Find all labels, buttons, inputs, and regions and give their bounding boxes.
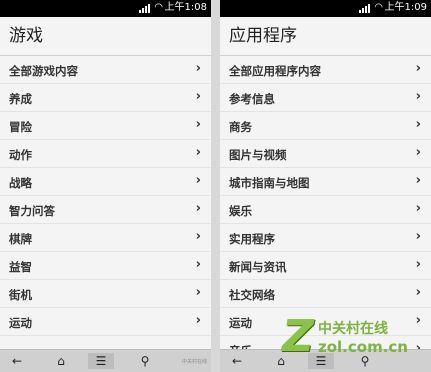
list-item-label: 益智 — [9, 260, 32, 274]
zol-z-logo-icon: Z — [282, 311, 314, 362]
list-item[interactable]: 养成 › — [0, 84, 211, 112]
list-item-label: 娱乐 — [229, 204, 252, 218]
list-item-label: 社交网络 — [229, 288, 275, 302]
watermark-cn: 中关村在线 — [318, 321, 388, 337]
list-item-label: 城市指南与地图 — [229, 176, 310, 190]
chevron-right-icon: › — [195, 145, 201, 160]
home-icon: ⌂ — [57, 354, 65, 368]
chevron-right-icon: › — [415, 117, 421, 132]
list-item[interactable]: 全部应用程序内容 › — [220, 56, 431, 84]
list-item[interactable]: 动作 › — [0, 140, 211, 168]
watermark-small: 中关村在线 — [182, 359, 208, 365]
list-item-label: 实用程序 — [229, 232, 275, 246]
list-item[interactable]: 棋牌 › — [0, 224, 211, 252]
back-arrow-icon: ← — [11, 354, 23, 368]
chevron-right-icon: › — [195, 313, 201, 328]
list-item[interactable]: 冒险 › — [0, 112, 211, 140]
list-item-label: 动作 — [9, 148, 32, 162]
list-icon: ☰ — [95, 354, 107, 368]
list-item[interactable]: 新闻与资讯 › — [220, 252, 431, 280]
chevron-right-icon: › — [415, 173, 421, 188]
list-item[interactable]: 战略 › — [0, 168, 211, 196]
list-item[interactable]: 街机 › — [0, 280, 211, 308]
page-title: 应用程序 — [220, 17, 431, 55]
list-item-label: 棋牌 — [9, 232, 32, 246]
chevron-right-icon: › — [415, 285, 421, 300]
list-item-label: 街机 — [9, 288, 32, 302]
list-item-label: 新闻与资讯 — [229, 260, 287, 274]
list-item-label: 运动 — [9, 316, 32, 330]
list-item-label: 智力问答 — [9, 204, 55, 218]
bottom-toolbar: ← ⌂ ☰ ⚲ — [0, 349, 211, 372]
chevron-right-icon: › — [195, 285, 201, 300]
chevron-right-icon: › — [195, 257, 201, 272]
list-item[interactable]: 实用程序 › — [220, 224, 431, 252]
search-button[interactable]: ⚲ — [132, 353, 158, 369]
status-bar: ◠ 上午1:09 — [220, 0, 431, 17]
chevron-right-icon: › — [415, 201, 421, 216]
chevron-right-icon: › — [195, 61, 201, 76]
list-item-label: 养成 — [9, 92, 32, 106]
chevron-right-icon: › — [195, 117, 201, 132]
chevron-right-icon: › — [415, 145, 421, 160]
list-item-label: 冒险 — [9, 120, 32, 134]
divider — [211, 0, 220, 372]
status-time: 上午1:09 — [384, 2, 427, 13]
list-item[interactable]: 全部游戏内容 › — [0, 56, 211, 84]
search-icon: ⚲ — [140, 354, 150, 368]
list-item-label: 图片与视频 — [229, 148, 287, 162]
list-item[interactable]: 运动 › — [0, 308, 211, 336]
chevron-right-icon: › — [195, 173, 201, 188]
list-item-label: 商务 — [229, 120, 252, 134]
category-list: 全部游戏内容 › 养成 › 冒险 › 动作 › 战略 › 智力问答 › 棋牌 › 益智 › 街机… — [0, 56, 211, 336]
list-item[interactable]: 益智 › — [0, 252, 211, 280]
list-item[interactable]: 社交网络 › — [220, 280, 431, 308]
list-item-label: 全部应用程序内容 — [229, 64, 321, 78]
home-button[interactable]: ⌂ — [48, 353, 74, 369]
zol-watermark-logo: Z 中关村在线 zol.com.cn — [282, 312, 422, 362]
list-item[interactable]: 商务 › — [220, 112, 431, 140]
chevron-right-icon: › — [415, 257, 421, 272]
back-button[interactable]: ← — [224, 353, 250, 369]
list-item[interactable]: 参考信息 › — [220, 84, 431, 112]
list-item[interactable]: 城市指南与地图 › — [220, 168, 431, 196]
list-item[interactable]: 智力问答 › — [0, 196, 211, 224]
chevron-right-icon: › — [415, 61, 421, 76]
chevron-right-icon: › — [415, 89, 421, 104]
chevron-right-icon: › — [195, 89, 201, 104]
chevron-right-icon: › — [195, 201, 201, 216]
list-item-label: 战略 — [9, 176, 32, 190]
chevron-right-icon: › — [415, 229, 421, 244]
list-item[interactable]: 娱乐 › — [220, 196, 431, 224]
status-bar: ◠ 上午1:08 — [0, 0, 211, 17]
page-title: 游戏 — [0, 17, 211, 55]
list-item-label: 全部游戏内容 — [9, 64, 78, 78]
list-item-label: 运动 — [229, 316, 252, 330]
list-button[interactable]: ☰ — [88, 353, 114, 369]
chevron-right-icon: › — [195, 229, 201, 244]
list-item-label: 参考信息 — [229, 92, 275, 106]
list-item[interactable]: 图片与视频 › — [220, 140, 431, 168]
back-arrow-icon: ← — [231, 354, 243, 368]
status-time: 上午1:08 — [164, 2, 207, 13]
wifi-icon: ◠ — [374, 2, 383, 13]
signal-icon — [139, 4, 150, 13]
watermark-en: zol.com.cn — [318, 338, 408, 356]
category-list: 全部应用程序内容 › 参考信息 › 商务 › 图片与视频 › 城市指南与地图 › 娱乐 › … — [220, 56, 431, 356]
signal-icon — [359, 4, 370, 13]
back-button[interactable]: ← — [4, 353, 30, 369]
phone-screen-games: ◠ 上午1:08 游戏 全部游戏内容 › 养成 › 冒险 › 动作 › 战略 › 智力问答… — [0, 0, 211, 372]
wifi-icon: ◠ — [154, 2, 163, 13]
